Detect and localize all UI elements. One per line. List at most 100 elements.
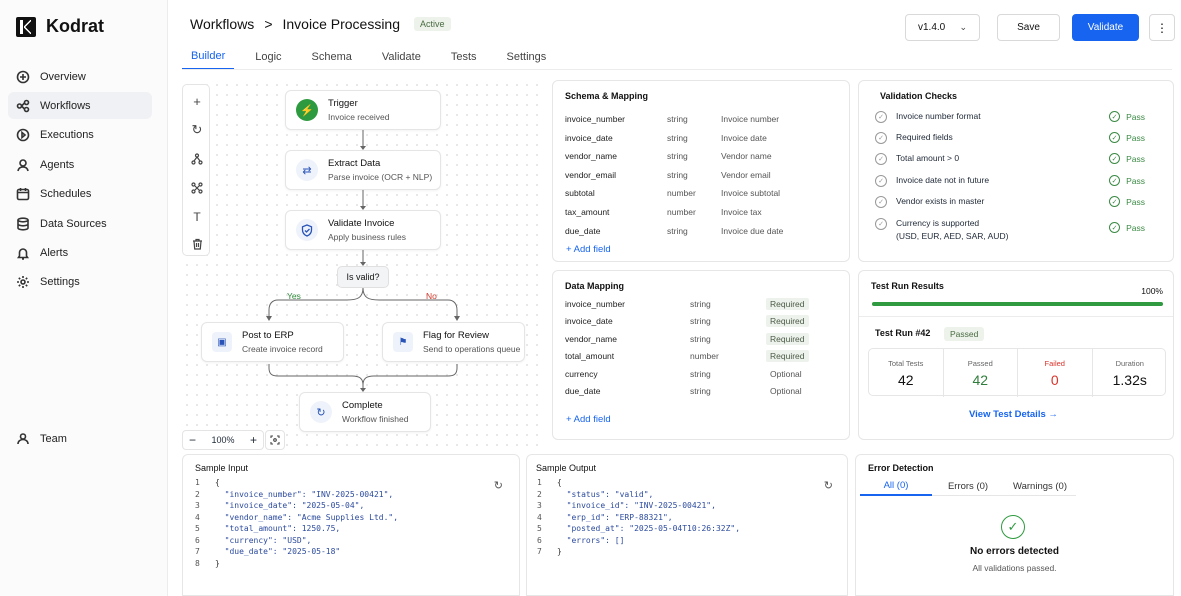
field-name: invoice_date [565,316,613,327]
save-button[interactable]: Save [997,14,1060,41]
no-errors-headline: No errors detected [970,546,1059,557]
flag-for-review-node[interactable]: ⚑ Flag for Review Send to operations queu… [382,322,525,362]
zoom-out-icon[interactable]: − [189,433,196,447]
post-to-erp-node[interactable]: ▣ Post to ERP Create invoice record [201,322,344,362]
validate-invoice-node[interactable]: Validate Invoice Apply business rules [285,210,441,250]
sidebar-item-label: Schedules [40,188,92,201]
add-node-icon[interactable]: + [189,93,205,109]
pass-check-icon: ✓ [1109,111,1121,122]
schema-row[interactable]: tax_amount number Invoice tax [565,205,839,219]
trash-icon[interactable] [189,236,205,252]
sidebar: Kodrat Overview Workflows Executions Agents… [0,0,168,596]
pass-check-icon: ✓ [1109,222,1121,233]
fit-view-icon[interactable] [265,430,285,450]
refresh-icon[interactable]: ↻ [824,479,833,492]
schema-row[interactable]: vendor_name string Vendor name [565,149,839,163]
error-tab-2[interactable]: Warnings (0) [1004,476,1076,496]
sidebar-item-executions[interactable]: Executions [8,122,152,149]
view-test-details-link[interactable]: View Test Details → [969,409,1058,420]
pass-label: Pass [1126,222,1145,233]
tab-schema[interactable]: Schema [303,44,361,70]
node-subtitle: Invoice received [328,112,390,122]
text-icon[interactable]: T [189,209,205,225]
tab-builder[interactable]: Builder [182,44,235,70]
version-select[interactable]: v1.4.0 ⌄ [905,14,980,41]
line-number: 1 [537,478,542,487]
check-circle-icon: ✓ [875,153,887,165]
schema-panel: Schema & Mapping invoice_number string Inv… [552,80,850,262]
tab-settings[interactable]: Settings [498,44,556,70]
pass-label: Pass [1126,111,1145,122]
check-circle-icon: ✓ [875,175,887,187]
requirement-badge: Optional [770,368,802,379]
divider [182,69,1172,70]
add-field-link[interactable]: + Add field [566,414,611,425]
validate-button[interactable]: Validate [1072,14,1139,41]
tab-tests[interactable]: Tests [442,44,486,70]
extract-data-node[interactable]: ⇄ Extract Data Parse invoice (OCR + NLP) [285,150,441,190]
more-options-button[interactable]: ⋮ [1149,14,1175,41]
sidebar-item-alerts[interactable]: Alerts [8,239,152,266]
code-line: 4 "vendor_name": "Acme Supplies Ltd.", [195,512,398,524]
sidebar-item-team[interactable]: Team [8,425,152,452]
nodes-icon[interactable] [189,180,205,196]
test-run-name: Test Run #42 [875,328,931,338]
complete-node[interactable]: ↻ Complete Workflow finished [299,392,431,432]
code-text: } [557,547,562,556]
connect-icon[interactable] [189,151,205,167]
sample-output-code[interactable]: 1{2 "status": "valid", 3 "invoice_id": "I… [537,477,740,558]
zoom-controls: − 100% + [182,430,264,450]
app-logo[interactable]: Kodrat [16,16,104,37]
schema-row[interactable]: invoice_date string Invoice date [565,131,839,145]
check-sublabel: (USD, EUR, AED, SAR, AUD) [896,231,1009,241]
sidebar-item-workflows[interactable]: Workflows [8,92,152,120]
sidebar-item-overview[interactable]: Overview [8,63,152,90]
sidebar-item-agents[interactable]: Agents [8,151,152,178]
canvas-toolbar: + ↻ T [182,84,210,256]
code-text: { [557,478,562,487]
sample-input-code[interactable]: 1{2 "invoice_number": "INV-2025-00421", 3… [195,477,398,569]
decision-node[interactable]: Is valid? [337,266,389,288]
line-number: 2 [537,489,542,499]
stat-value: 42 [972,371,989,388]
schema-row[interactable]: vendor_email string Vendor email [565,168,839,182]
refresh-icon[interactable]: ↻ [494,479,503,492]
sidebar-item-schedules[interactable]: Schedules [8,181,152,208]
code-text: "currency": "USD", [215,535,312,545]
pass-label: Pass [1126,153,1145,164]
schema-row[interactable]: invoice_number string Invoice number [565,112,839,126]
line-number: 1 [195,478,200,487]
add-field-link[interactable]: + Add field [566,244,611,255]
database-icon [16,216,30,231]
sidebar-item-data-sources[interactable]: Data Sources [8,210,152,237]
tab-validate[interactable]: Validate [373,44,430,70]
breadcrumb-separator: > [264,16,273,32]
mapping-row[interactable]: currency string Optional [565,367,839,381]
mapping-row[interactable]: due_date string Optional [565,384,839,398]
erp-icon: ▣ [212,332,232,352]
field-type: string [667,225,688,236]
panel-title: Schema & Mapping [565,91,649,101]
sidebar-item-settings[interactable]: Settings [8,269,152,296]
stat-duration: Duration 1.32s [1093,349,1168,397]
mapping-row[interactable]: invoice_date string Required [565,314,839,328]
rotate-icon[interactable]: ↻ [189,122,205,138]
field-description: Invoice subtotal [721,188,781,199]
code-text: "invoice_id": "INV-2025-00421", [557,501,716,510]
tab-logic[interactable]: Logic [246,44,290,70]
field-name: invoice_number [565,114,626,124]
trigger-node[interactable]: ⚡ Trigger Invoice received [285,90,441,130]
schema-row[interactable]: subtotal number Invoice subtotal [565,186,839,200]
field-name: vendor_email [565,169,617,180]
check-label: Total amount > 0 [896,153,960,163]
zoom-in-icon[interactable]: + [250,433,257,447]
breadcrumb-workflows[interactable]: Workflows [190,16,254,32]
mapping-row[interactable]: vendor_name string Required [565,332,839,346]
code-text: "vendor_name": "Acme Supplies Ltd.", [215,512,399,522]
mapping-row[interactable]: total_amount number Required [565,349,839,363]
error-tab-1[interactable]: Errors (0) [932,476,1004,496]
error-tab-0[interactable]: All (0) [860,476,932,496]
mapping-row[interactable]: invoice_number string Required [565,297,839,311]
kodrat-logo-icon [16,16,36,37]
schema-row[interactable]: due_date string Invoice due date [565,224,839,238]
